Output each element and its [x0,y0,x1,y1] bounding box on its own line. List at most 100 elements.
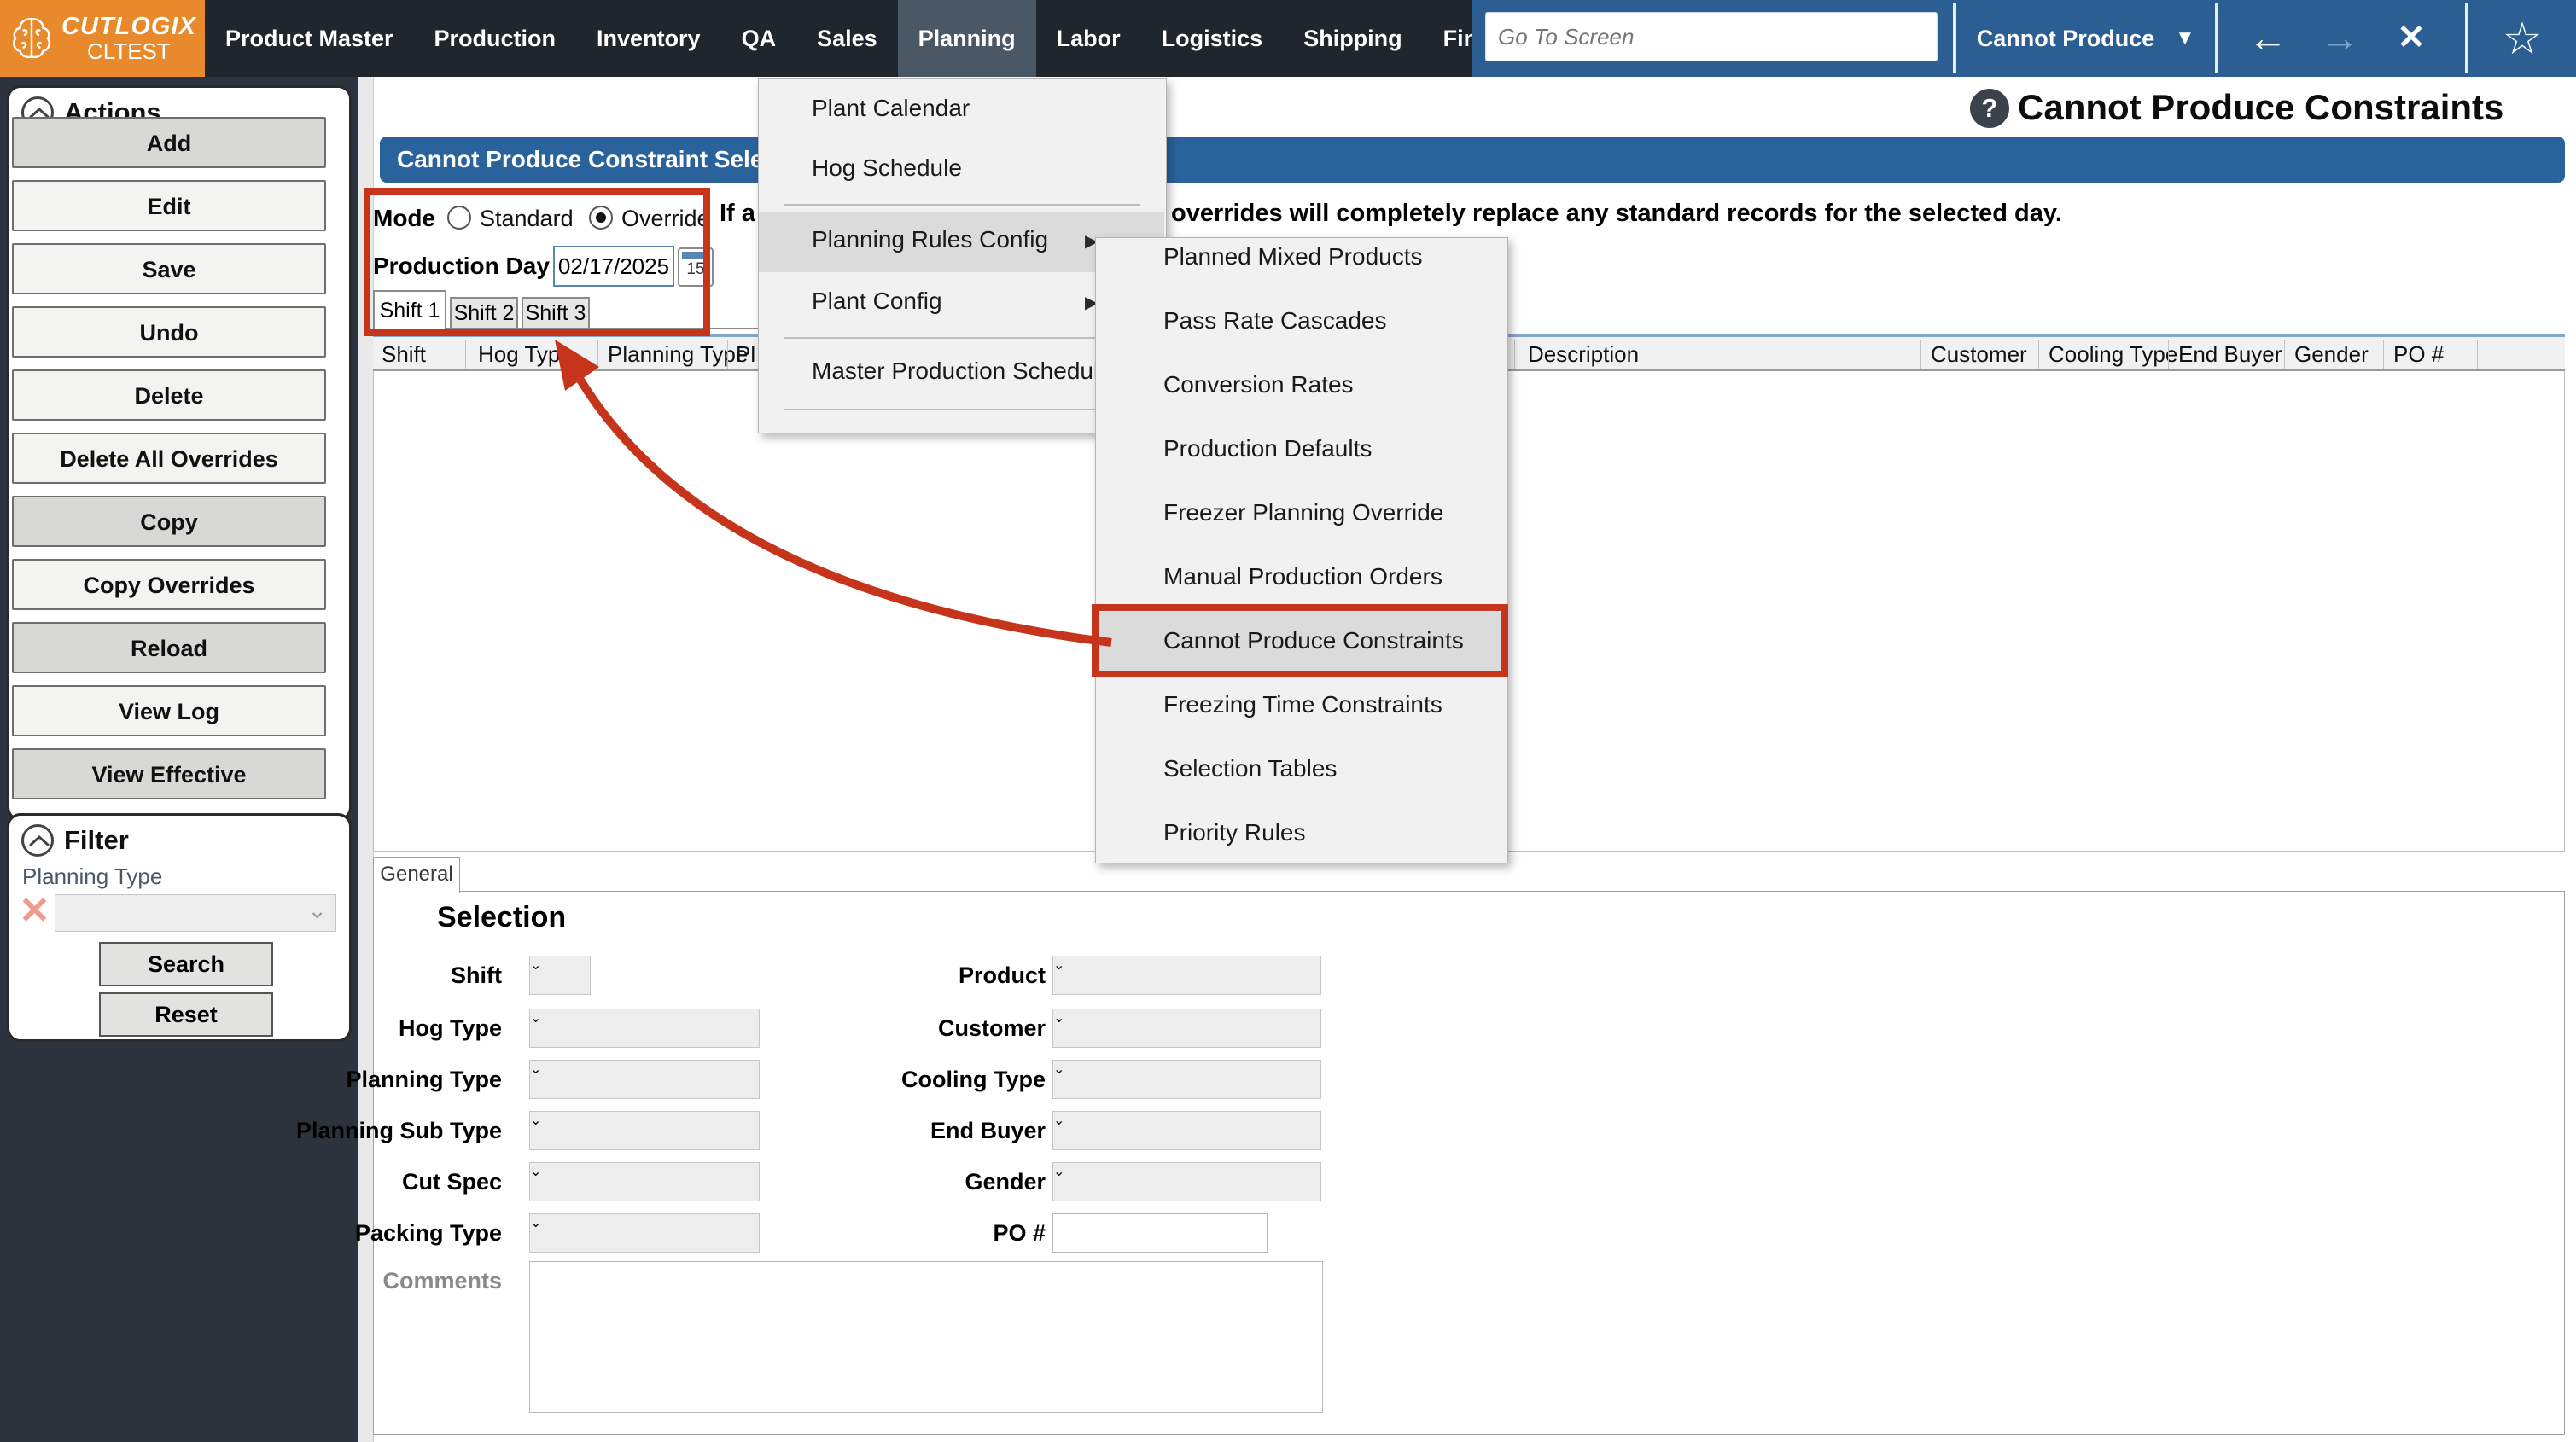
column-divider[interactable] [2383,340,2384,369]
menu-product-master[interactable]: Product Master [205,0,414,77]
gender-combobox[interactable]: ⌄ [1052,1162,1321,1201]
standard-radio-label[interactable]: Standard [480,206,574,232]
collapse-chevron-icon[interactable] [21,824,54,857]
menuitem-hog-schedule[interactable]: Hog Schedule [812,154,962,182]
planning-type-field-label: Planning Type [212,1067,502,1093]
comments-field-label: Comments [212,1268,502,1294]
screen-selector[interactable]: Cannot Produce Constraints [1963,0,2168,77]
menuitem-production-defaults[interactable]: Production Defaults [1163,435,1372,462]
column-divider[interactable] [1514,340,1515,369]
cut-spec-field-label: Cut Spec [212,1169,502,1195]
col-customer[interactable]: Customer [1931,341,2027,368]
save-button[interactable]: Save [12,243,326,294]
column-divider[interactable] [2284,340,2285,369]
shift3-tab[interactable]: Shift 3 [522,297,590,329]
cooling-type-combobox[interactable]: ⌄ [1052,1060,1321,1099]
clear-filter-icon[interactable]: ✕ [19,889,50,933]
delete-button[interactable]: Delete [12,369,326,421]
menu-qa[interactable]: QA [721,0,797,77]
comments-textarea[interactable] [529,1261,1323,1413]
forward-icon: → [2310,0,2369,77]
menuitem-plant-calendar[interactable]: Plant Calendar [812,95,970,122]
menu-labor[interactable]: Labor [1036,0,1141,77]
col-partial-left[interactable]: Pl [736,341,755,368]
logo-line1: CUTLOGIX [61,14,196,39]
menuitem-freezer-planning-override[interactable]: Freezer Planning Override [1163,499,1443,526]
edit-button[interactable]: Edit [12,180,326,231]
col-end-buyer[interactable]: End Buyer [2178,341,2282,368]
menuitem-manual-production-orders[interactable]: Manual Production Orders [1163,563,1442,590]
customer-combobox[interactable]: ⌄ [1052,1009,1321,1048]
column-divider[interactable] [597,340,598,369]
menuitem-priority-rules[interactable]: Priority Rules [1163,819,1305,846]
po-input[interactable] [1052,1213,1268,1253]
chevron-down-icon: ⌄ [530,1113,541,1128]
hog-type-combobox[interactable]: ⌄ [529,1009,760,1048]
col-shift[interactable]: Shift [382,341,426,368]
end-buyer-field-label: End Buyer [755,1118,1046,1144]
goto-screen-input[interactable] [1485,12,1938,61]
view-effective-button[interactable]: View Effective [12,748,326,799]
menuitem-freezing-time-constraints[interactable]: Freezing Time Constraints [1163,691,1442,718]
calendar-day: 15 [679,260,712,279]
back-icon[interactable]: ← [2238,0,2298,77]
col-description[interactable]: Description [1528,341,1639,368]
override-notice-start: If a [720,200,755,228]
menuitem-pass-rate-cascades[interactable]: Pass Rate Cascades [1163,307,1386,334]
menu-sales[interactable]: Sales [796,0,898,77]
menu-inventory[interactable]: Inventory [576,0,721,77]
end-buyer-combobox[interactable]: ⌄ [1052,1111,1321,1150]
undo-button[interactable]: Undo [12,306,326,358]
column-divider[interactable] [2477,340,2478,369]
col-cooling-type[interactable]: Cooling Type [2049,341,2177,368]
help-icon[interactable]: ? [1970,89,2009,128]
menu-logistics[interactable]: Logistics [1141,0,1284,77]
packing-type-combobox[interactable]: ⌄ [529,1213,760,1253]
chevron-down-icon: ⌄ [530,1011,541,1026]
favorite-star-icon[interactable]: ☆ [2488,0,2556,77]
copy-overrides-button[interactable]: Copy Overrides [12,559,326,610]
add-button[interactable]: Add [12,117,326,168]
production-day-input[interactable] [553,246,674,287]
menuitem-conversion-rates[interactable]: Conversion Rates [1163,371,1354,398]
product-combobox[interactable]: ⌄ [1052,956,1321,995]
col-hog-type[interactable]: Hog Type [478,341,573,368]
shift1-tab[interactable]: Shift 1 [373,290,446,331]
override-radio[interactable] [589,206,613,230]
menuitem-plant-config[interactable]: Plant Config [812,288,942,315]
tab-general[interactable]: General [373,857,460,893]
reload-button[interactable]: Reload [12,622,326,673]
column-divider[interactable] [2038,340,2039,369]
screen-selector-dropdown-icon[interactable]: ▼ [2175,0,2195,77]
column-divider[interactable] [465,340,466,369]
menuitem-cannot-produce-constraints[interactable]: Cannot Produce Constraints [1163,627,1464,654]
chevron-down-icon: ⌄ [307,898,327,924]
customer-field-label: Customer [755,1015,1046,1042]
column-divider[interactable] [727,340,728,369]
menu-production[interactable]: Production [414,0,577,77]
shift2-tab[interactable]: Shift 2 [450,297,518,329]
standard-radio[interactable] [447,206,471,230]
planning-sub-type-combobox[interactable]: ⌄ [529,1111,760,1150]
view-log-button[interactable]: View Log [12,685,326,736]
menu-planning[interactable]: Planning [898,0,1036,77]
planning-type-filter-combobox[interactable]: ⌄ [55,894,336,932]
planning-type-combobox[interactable]: ⌄ [529,1060,760,1099]
menuitem-planning-rules-config[interactable]: Planning Rules Config [812,226,1048,253]
override-radio-label[interactable]: Override [621,206,710,232]
menuitem-planned-mixed-products[interactable]: Planned Mixed Products [1163,243,1423,270]
shift-combobox[interactable]: ⌄ [529,956,591,995]
filter-title: Filter [64,825,129,856]
menuitem-master-production-schedule[interactable]: Master Production Schedule [812,358,1112,385]
menuitem-selection-tables[interactable]: Selection Tables [1163,755,1337,782]
col-po[interactable]: PO # [2393,341,2444,368]
calendar-icon[interactable]: 15 [678,247,714,287]
close-icon[interactable]: ✕ [2381,0,2441,77]
copy-button[interactable]: Copy [12,496,326,547]
menu-shipping[interactable]: Shipping [1283,0,1422,77]
cut-spec-combobox[interactable]: ⌄ [529,1162,760,1201]
delete-all-overrides-button[interactable]: Delete All Overrides [12,433,326,484]
column-divider[interactable] [1920,340,1921,369]
column-divider[interactable] [2168,340,2169,369]
col-gender[interactable]: Gender [2294,341,2369,368]
